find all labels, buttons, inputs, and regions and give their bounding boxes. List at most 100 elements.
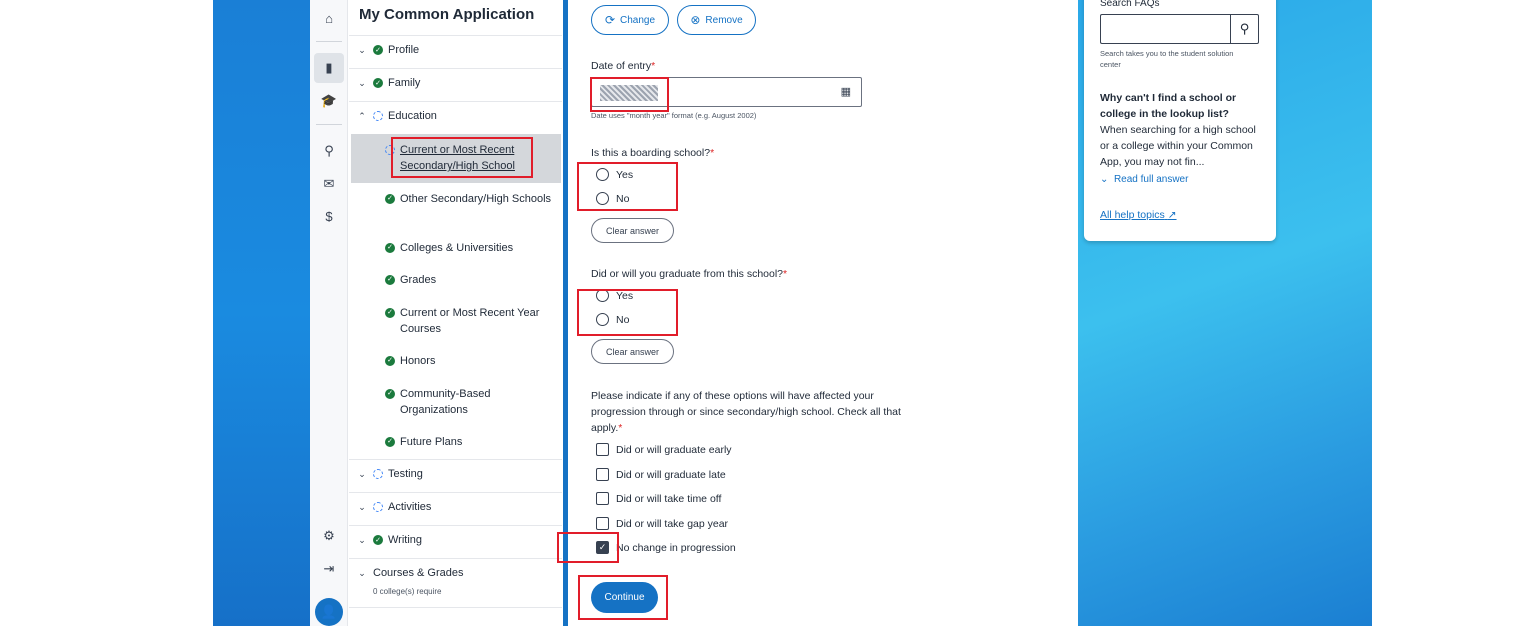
chevron-down-icon: ⌄ [358,77,366,88]
sidebar-item-grades[interactable]: ✓ Grades [385,272,557,288]
search-note: Search takes you to the student solution… [1100,49,1234,69]
sidebar-item-label: Honors [400,355,436,367]
icon-rail: ⌂ ▮ 🎓 ⚲ ✉ $ ⚙ ⇥ 👤 [310,0,348,626]
chevron-up-icon: ⌃ [358,110,366,121]
sidebar-divider [349,558,562,559]
progression-option-late[interactable]: Did or will graduate late [596,468,726,481]
date-format-hint: Date uses "month year" format (e.g. Augu… [591,111,757,120]
sidebar-section-label: Family [388,77,421,89]
sidebar-section-label: Courses & Grades [373,567,464,579]
boarding-clear-answer-button[interactable]: Clear answer [591,218,674,243]
all-help-label: All help topics [1100,209,1165,221]
faq-question: Why can't I find a school or college in … [1100,92,1237,120]
sidebar-item-label: Future Plans [400,436,463,448]
avatar[interactable]: 👤 [315,598,343,626]
highlight-box [577,162,678,211]
remove-button[interactable]: ⊗ Remove [677,5,756,35]
inbox-icon[interactable]: ✉ [314,169,344,199]
sidebar-section-writing[interactable]: ⌄ ✓ Writing [349,534,562,546]
faq-search: ⚲ [1100,14,1259,44]
checkbox [596,443,609,456]
change-button-label: Change [620,14,656,26]
progression-question: Please indicate if any of these options … [591,390,901,434]
checkbox-label: Did or will take time off [616,492,722,505]
chevron-down-icon: ⌄ [358,501,366,512]
sidebar-section-testing[interactable]: ⌄ Testing [349,468,562,480]
highlight-box [578,575,668,620]
chevron-down-icon: ⌄ [1100,174,1109,185]
progression-question-text: Please indicate if any of these options … [591,390,901,434]
progression-option-gap-year[interactable]: Did or will take gap year [596,517,728,530]
chevron-down-icon: ⌄ [358,567,366,578]
sidebar-title: My Common Application [359,6,535,23]
sidebar-section-education[interactable]: ⌃ Education [349,110,562,122]
check-circle-icon: ✓ [385,308,395,318]
search-icon[interactable]: ⚲ [314,136,344,166]
highlight-box [391,137,533,178]
sidebar-section-label: Testing [388,468,423,480]
settings-icon[interactable]: ⚙ [314,521,344,551]
calendar-icon[interactable]: ▦ [841,85,851,98]
check-circle-icon: ✓ [385,356,395,366]
document-icon[interactable]: ▮ [314,53,344,83]
sidebar-section-label: Education [388,110,437,122]
logout-icon[interactable]: ⇥ [314,554,344,584]
sidebar-item-label: Community-Based Organizations [400,388,491,416]
check-circle-icon: ✓ [385,437,395,447]
read-full-answer-link[interactable]: ⌄ Read full answer [1100,174,1188,185]
graduation-cap-icon[interactable]: 🎓 [314,86,344,116]
checkbox [596,517,609,530]
sidebar-divider [349,525,562,526]
change-button[interactable]: ⟳ Change [591,5,669,35]
progression-option-early[interactable]: Did or will graduate early [596,443,732,456]
graduate-question-text: Did or will you graduate from this schoo… [591,268,784,280]
remove-button-label: Remove [705,14,743,26]
all-help-topics-link[interactable]: All help topics ↗ [1100,209,1177,221]
check-circle-icon: ✓ [385,194,395,204]
check-circle-icon: ✓ [385,243,395,253]
faq-search-input[interactable] [1100,14,1230,44]
boarding-question: Is this a boarding school?* [591,147,715,159]
sidebar-item-other-schools[interactable]: ✓ Other Secondary/High Schools [385,191,557,207]
sidebar-item-courses[interactable]: ✓ Current or Most Recent Year Courses [385,305,557,337]
graduate-question: Did or will you graduate from this schoo… [591,268,788,280]
help-panel: Search FAQs ⚲ Search takes you to the st… [1084,0,1276,241]
sidebar-section-family[interactable]: ⌄ ✓ Family [349,77,562,89]
rail-divider [316,124,342,125]
sidebar-section-activities[interactable]: ⌄ Activities [349,501,562,513]
sidebar-section-profile[interactable]: ⌄ ✓ Profile [349,44,562,56]
progression-option-time-off[interactable]: Did or will take time off [596,492,721,505]
sidebar-section-courses-grades[interactable]: ⌄ Courses & Grades [349,567,562,579]
sidebar-section-label: Profile [388,44,420,56]
sidebar-item-label: Colleges & Universities [400,242,514,254]
background-left [213,0,310,626]
chevron-down-icon: ⌄ [358,534,366,545]
sidebar-section-label: Writing [388,534,423,546]
chevron-down-icon: ⌄ [358,44,366,55]
remove-circle-icon: ⊗ [690,13,701,27]
faq-search-button[interactable]: ⚲ [1230,14,1259,44]
money-bag-icon[interactable]: $ [314,201,344,231]
sidebar-item-honors[interactable]: ✓ Honors [385,353,557,369]
home-icon[interactable]: ⌂ [314,3,344,33]
highlight-box [577,289,678,336]
rail-divider [316,41,342,42]
sidebar-item-label: Current or Most Recent Year Courses [400,307,540,335]
checkbox [596,492,609,505]
sidebar-item-cbo[interactable]: ✓ Community-Based Organizations [385,386,557,418]
checkbox-label: No change in progression [616,541,736,554]
sidebar-item-label: Other Secondary/High Schools [400,193,552,205]
read-more-label: Read full answer [1113,174,1189,185]
graduate-clear-answer-button[interactable]: Clear answer [591,339,674,364]
faq-answer: When searching for a high school or a co… [1100,124,1256,168]
sidebar-divider [349,607,562,608]
sidebar-divider [349,101,562,102]
highlight-box [590,77,669,112]
chevron-down-icon: ⌄ [358,468,366,479]
checkbox-label: Did or will take gap year [616,517,729,530]
sidebar-item-colleges[interactable]: ✓ Colleges & Universities [385,240,557,256]
check-circle-icon: ✓ [373,45,383,55]
external-link-icon: ↗ [1167,209,1177,221]
date-of-entry-label: Date of entry* [591,60,656,72]
sidebar-item-future-plans[interactable]: ✓ Future Plans [385,434,557,450]
